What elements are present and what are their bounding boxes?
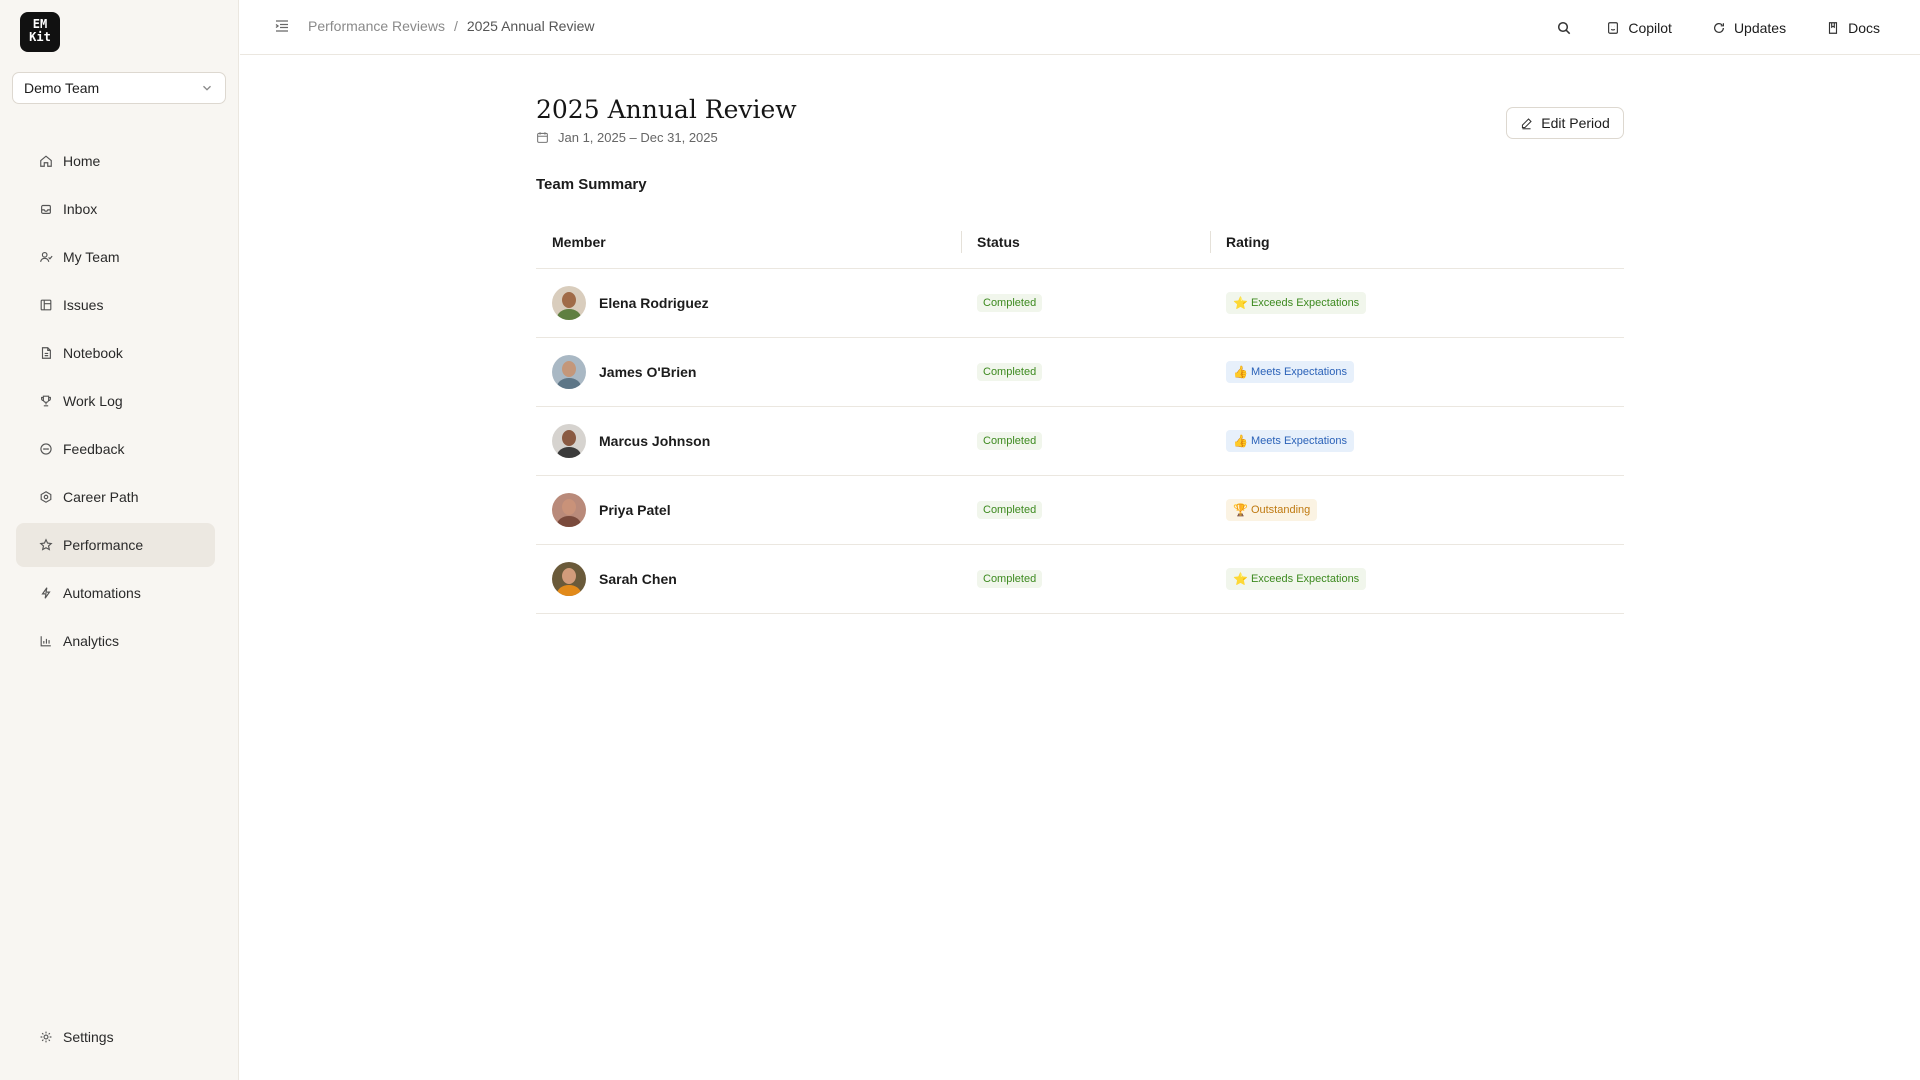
rating-badge: ⭐ Exceeds Expectations [1226, 292, 1367, 314]
team-select-value: Demo Team [24, 80, 100, 96]
breadcrumb-parent[interactable]: Performance Reviews [308, 18, 445, 34]
sidebar-item-performance[interactable]: Performance [16, 523, 215, 567]
avatar [552, 562, 586, 596]
rating-badge: ⭐ Exceeds Expectations [1226, 568, 1367, 590]
notebook-icon [41, 347, 51, 359]
team-select[interactable]: Demo Team [12, 72, 226, 104]
bolt-icon [41, 587, 51, 599]
avatar [552, 424, 586, 458]
rating-badge: 👍 Meets Expectations [1226, 430, 1354, 452]
gear-icon [40, 1031, 52, 1043]
table-row[interactable]: Priya Patel Completed 🏆 Outstanding [536, 476, 1624, 545]
status-badge: Completed [977, 570, 1043, 588]
table-header: Member Status Rating [536, 215, 1624, 269]
team-summary-table: Member Status Rating Elena Rodriguez Com… [536, 215, 1624, 614]
breadcrumb-separator: / [453, 18, 458, 34]
sidebar-item-issues[interactable]: Issues [16, 283, 215, 327]
table-row[interactable]: Sarah Chen Completed ⭐ Exceeds Expectati… [536, 545, 1624, 614]
sidebar-toggle-icon[interactable] [274, 18, 290, 34]
home-icon [40, 155, 52, 167]
pencil-icon [1522, 117, 1532, 129]
sidebar-item-notebook[interactable]: Notebook [16, 331, 215, 375]
inbox-icon [41, 204, 51, 214]
member-name: Sarah Chen [599, 571, 677, 587]
breadcrumb-current: 2025 Annual Review [466, 18, 595, 34]
member-name: Elena Rodriguez [599, 295, 709, 311]
issues-icon [40, 299, 52, 311]
top-actions: Copilot Updates Docs [1556, 0, 1880, 55]
updates-button[interactable]: Updates [1712, 20, 1786, 36]
member-name: James O'Brien [599, 364, 697, 380]
star-icon: ⭐ [1233, 296, 1248, 310]
table-row[interactable]: James O'Brien Completed 👍 Meets Expectat… [536, 338, 1624, 407]
sidebar-item-work-log[interactable]: Work Log [16, 379, 215, 423]
feedback-icon [40, 443, 52, 455]
rating-badge: 👍 Meets Expectations [1226, 361, 1354, 383]
team-icon [40, 251, 53, 262]
column-header-member[interactable]: Member [536, 215, 961, 268]
section-title: Team Summary [536, 176, 647, 193]
sidebar-item-settings[interactable]: Settings [16, 1015, 215, 1059]
table-row[interactable]: Elena Rodriguez Completed ⭐ Exceeds Expe… [536, 269, 1624, 338]
rating-badge: 🏆 Outstanding [1226, 499, 1318, 521]
status-badge: Completed [977, 432, 1043, 450]
avatar [552, 355, 586, 389]
copilot-icon [1608, 21, 1619, 34]
star-icon [39, 538, 53, 551]
trophy-icon: 🏆 [1233, 503, 1248, 517]
edit-period-button[interactable]: Edit Period [1506, 107, 1624, 139]
sidebar-item-my-team[interactable]: My Team [16, 235, 215, 279]
sidebar-item-analytics[interactable]: Analytics [16, 619, 215, 663]
calendar-icon [537, 132, 548, 143]
table-row[interactable]: Marcus Johnson Completed 👍 Meets Expecta… [536, 407, 1624, 476]
trophy-icon [41, 395, 51, 407]
search-icon[interactable] [1556, 20, 1572, 36]
sidebar-item-feedback[interactable]: Feedback [16, 427, 215, 471]
copilot-button[interactable]: Copilot [1606, 20, 1672, 36]
sidebar: EM Kit Demo Team Home Inbox My Team Issu… [0, 0, 239, 1080]
page-title: 2025 Annual Review [536, 95, 797, 124]
star-icon: ⭐ [1233, 572, 1248, 586]
avatar [552, 286, 586, 320]
sidebar-item-home[interactable]: Home [16, 139, 215, 183]
member-name: Marcus Johnson [599, 433, 711, 449]
docs-icon [1829, 21, 1838, 34]
column-header-rating[interactable]: Rating [1210, 215, 1624, 268]
thumbs-up-icon: 👍 [1233, 365, 1248, 379]
breadcrumb: Performance Reviews / 2025 Annual Review [308, 18, 594, 34]
status-badge: Completed [977, 501, 1043, 519]
app-logo[interactable]: EM Kit [20, 12, 60, 52]
sidebar-nav: Home Inbox My Team Issues Notebook Work … [16, 139, 215, 667]
sidebar-item-inbox[interactable]: Inbox [16, 187, 215, 231]
column-header-status[interactable]: Status [961, 215, 1210, 268]
chart-icon [40, 636, 51, 647]
member-name: Priya Patel [599, 502, 671, 518]
date-range: Jan 1, 2025 – Dec 31, 2025 [536, 130, 718, 145]
topbar: Performance Reviews / 2025 Annual Review… [240, 0, 1920, 55]
sidebar-item-automations[interactable]: Automations [16, 571, 215, 615]
status-badge: Completed [977, 363, 1043, 381]
avatar [552, 493, 586, 527]
chevron-down-icon [203, 85, 211, 91]
career-icon [40, 491, 52, 503]
status-badge: Completed [977, 294, 1043, 312]
sidebar-item-career-path[interactable]: Career Path [16, 475, 215, 519]
docs-button[interactable]: Docs [1826, 20, 1880, 36]
thumbs-up-icon: 👍 [1233, 434, 1248, 448]
refresh-icon [1713, 22, 1724, 33]
